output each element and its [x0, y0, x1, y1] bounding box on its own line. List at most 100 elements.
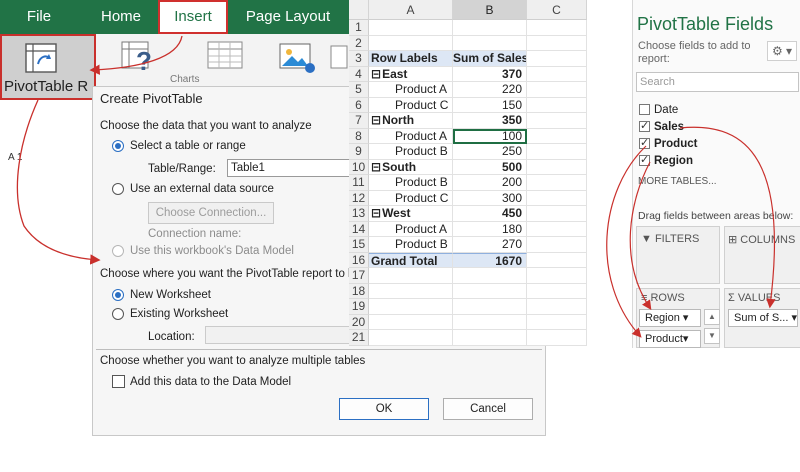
row-header[interactable]: 20: [349, 314, 369, 330]
pivot-region-label[interactable]: ⊟South: [369, 159, 453, 175]
row-header[interactable]: 19: [349, 299, 369, 315]
row-header[interactable]: 1: [349, 20, 369, 36]
select-all-corner[interactable]: [349, 0, 369, 20]
radio-existing-worksheet[interactable]: [112, 308, 124, 320]
radio-data-model[interactable]: [112, 245, 124, 257]
row-header[interactable]: 7: [349, 113, 369, 129]
cell[interactable]: [453, 299, 527, 315]
pivot-product-value[interactable]: 100: [453, 128, 527, 144]
checkbox-product[interactable]: [639, 136, 650, 149]
cell[interactable]: [527, 128, 587, 144]
row-header[interactable]: 17: [349, 268, 369, 284]
radio-select-range[interactable]: [112, 140, 124, 152]
shapes-icon[interactable]: [328, 40, 350, 76]
cell[interactable]: [369, 268, 453, 284]
field-product[interactable]: Product: [639, 136, 697, 150]
move-up-icon[interactable]: ▲: [704, 309, 720, 325]
more-tables-link[interactable]: MORE TABLES...: [638, 176, 717, 187]
field-region[interactable]: Region: [639, 153, 693, 167]
row-header[interactable]: 14: [349, 221, 369, 237]
column-header-a[interactable]: A: [369, 0, 453, 20]
cell[interactable]: [369, 20, 453, 36]
pivot-region-label[interactable]: ⊟North: [369, 113, 453, 129]
pivot-region-label[interactable]: ⊟West: [369, 206, 453, 222]
pivot-product-label[interactable]: Product C: [369, 190, 453, 206]
pivot-region-value[interactable]: 370: [453, 66, 527, 82]
radio-new-worksheet[interactable]: [112, 289, 124, 301]
collapse-icon[interactable]: ⊟: [371, 113, 381, 127]
rows-item-product[interactable]: Product▾: [639, 330, 701, 348]
cell[interactable]: [527, 283, 587, 299]
tab-page-layout[interactable]: Page Layout: [232, 0, 344, 34]
cell[interactable]: [527, 175, 587, 191]
move-down-icon[interactable]: ▼: [704, 328, 720, 344]
pivot-grand-total-label[interactable]: Grand Total: [369, 252, 453, 268]
pivot-product-label[interactable]: Product B: [369, 144, 453, 160]
pivot-product-label[interactable]: Product A: [369, 82, 453, 98]
cell[interactable]: [527, 97, 587, 113]
cell[interactable]: [527, 299, 587, 315]
recommended-pivot-icon[interactable]: ?: [118, 40, 166, 74]
pivot-product-value[interactable]: 300: [453, 190, 527, 206]
table-range-input[interactable]: Table1: [227, 159, 355, 177]
pivot-product-value[interactable]: 220: [453, 82, 527, 98]
row-header[interactable]: 11: [349, 175, 369, 191]
checkbox-region[interactable]: [639, 153, 650, 166]
row-header[interactable]: 9: [349, 144, 369, 160]
column-header-c[interactable]: C: [527, 0, 587, 20]
pictures-icon[interactable]: [276, 40, 320, 76]
row-header[interactable]: 4: [349, 66, 369, 82]
pivot-product-label[interactable]: Product B: [369, 237, 453, 253]
cell[interactable]: [453, 268, 527, 284]
cell[interactable]: [369, 299, 453, 315]
pivot-header-row-labels[interactable]: Row Labels: [369, 51, 453, 67]
checkbox-date[interactable]: [639, 104, 650, 115]
tab-file[interactable]: File: [8, 0, 70, 34]
pivot-product-label[interactable]: Product B: [369, 175, 453, 191]
pivot-header-sum-of-sales[interactable]: Sum of Sales: [453, 51, 527, 67]
location-input[interactable]: [205, 326, 350, 344]
pivot-product-label[interactable]: Product C: [369, 97, 453, 113]
cell[interactable]: [369, 35, 453, 51]
cell[interactable]: [527, 66, 587, 82]
pivot-region-value[interactable]: 450: [453, 206, 527, 222]
table-icon[interactable]: [206, 40, 246, 72]
cancel-button[interactable]: Cancel: [443, 398, 533, 420]
row-header[interactable]: 8: [349, 128, 369, 144]
pivot-product-value[interactable]: 200: [453, 175, 527, 191]
cell[interactable]: [527, 314, 587, 330]
cell[interactable]: [527, 190, 587, 206]
collapse-icon[interactable]: ⊟: [371, 160, 381, 174]
collapse-icon[interactable]: ⊟: [371, 206, 381, 220]
pivot-region-value[interactable]: 350: [453, 113, 527, 129]
cell[interactable]: [527, 330, 587, 346]
row-header[interactable]: 21: [349, 330, 369, 346]
cell[interactable]: [527, 35, 587, 51]
gear-icon[interactable]: ⚙ ▾: [767, 41, 797, 61]
row-header[interactable]: 18: [349, 283, 369, 299]
row-header[interactable]: 3: [349, 51, 369, 67]
rows-item-region[interactable]: Region ▾: [639, 309, 701, 327]
pivot-product-value[interactable]: 270: [453, 237, 527, 253]
row-header[interactable]: 10: [349, 159, 369, 175]
collapse-icon[interactable]: ⊟: [371, 67, 381, 81]
cell[interactable]: [527, 237, 587, 253]
field-sales[interactable]: Sales: [639, 119, 684, 133]
tab-home[interactable]: Home: [88, 0, 154, 34]
cell[interactable]: [527, 113, 587, 129]
pivot-region-value[interactable]: 500: [453, 159, 527, 175]
cell[interactable]: [453, 314, 527, 330]
pivot-grand-total-value[interactable]: 1670: [453, 252, 527, 268]
ok-button[interactable]: OK: [339, 398, 429, 420]
cell[interactable]: [527, 252, 587, 268]
field-search-input[interactable]: Search: [636, 72, 799, 92]
column-header-b[interactable]: B: [453, 0, 527, 20]
checkbox-add-data-model[interactable]: [112, 375, 125, 388]
cell[interactable]: [527, 221, 587, 237]
cell[interactable]: [527, 206, 587, 222]
cell[interactable]: [369, 283, 453, 299]
cell[interactable]: [527, 51, 587, 67]
cell[interactable]: [527, 159, 587, 175]
cell[interactable]: [527, 20, 587, 36]
cell[interactable]: [453, 20, 527, 36]
